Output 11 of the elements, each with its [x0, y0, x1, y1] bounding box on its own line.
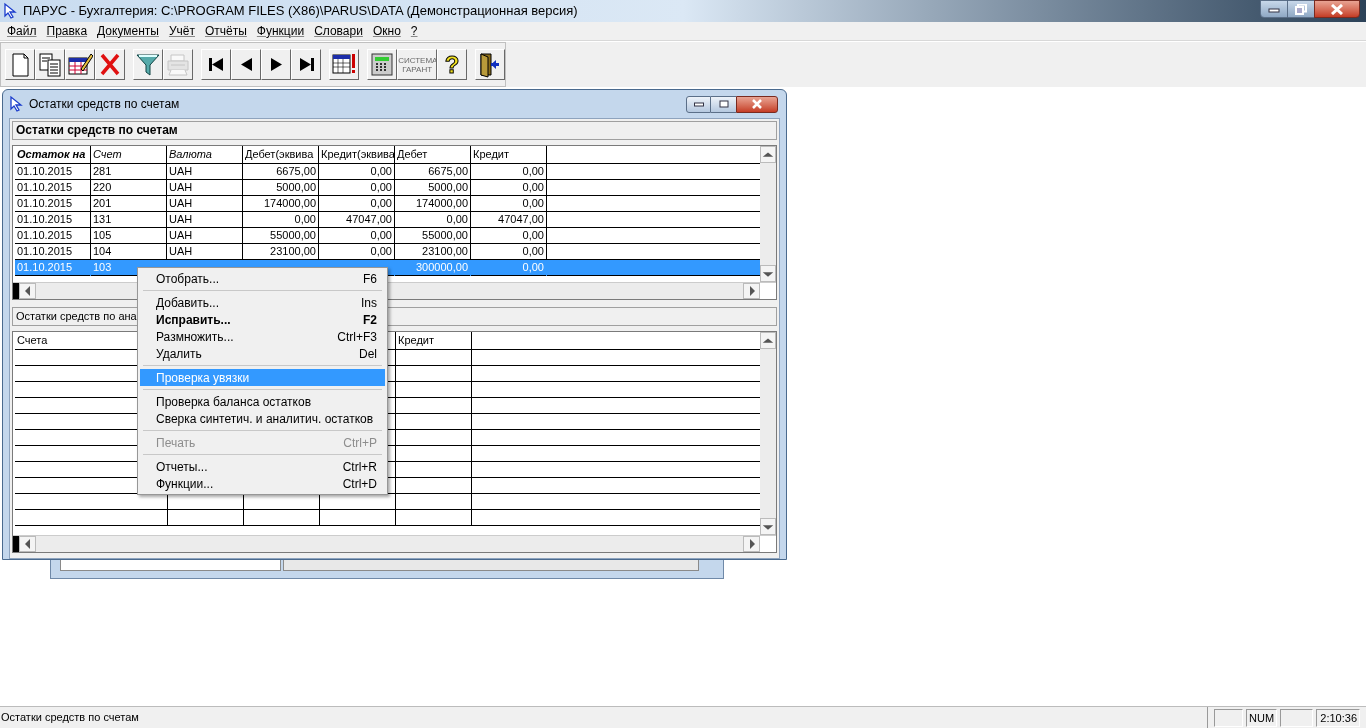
- panel-header: Остатки средств по счетам: [12, 121, 777, 140]
- table-cell: 300000,00: [395, 260, 471, 276]
- window-title: ПАРУС - Бухгалтерия: C:\PROGRAM FILES (X86)\PARUS\DATA (Демонстрационная версия): [23, 2, 578, 21]
- status-panel: 2:10:36: [1316, 708, 1360, 727]
- table-cell: 0,00: [471, 260, 547, 276]
- logo-text: СИСТЕМА ГАРАНТ: [398, 55, 437, 74]
- status-panel: NUM: [1246, 708, 1277, 727]
- help-label: ?: [444, 52, 460, 77]
- table-cell: 01.10.2015: [15, 260, 91, 276]
- status-text: Остатки средств по счетам: [1, 710, 139, 726]
- window-title: Остатки средств по счетам: [29, 96, 180, 113]
